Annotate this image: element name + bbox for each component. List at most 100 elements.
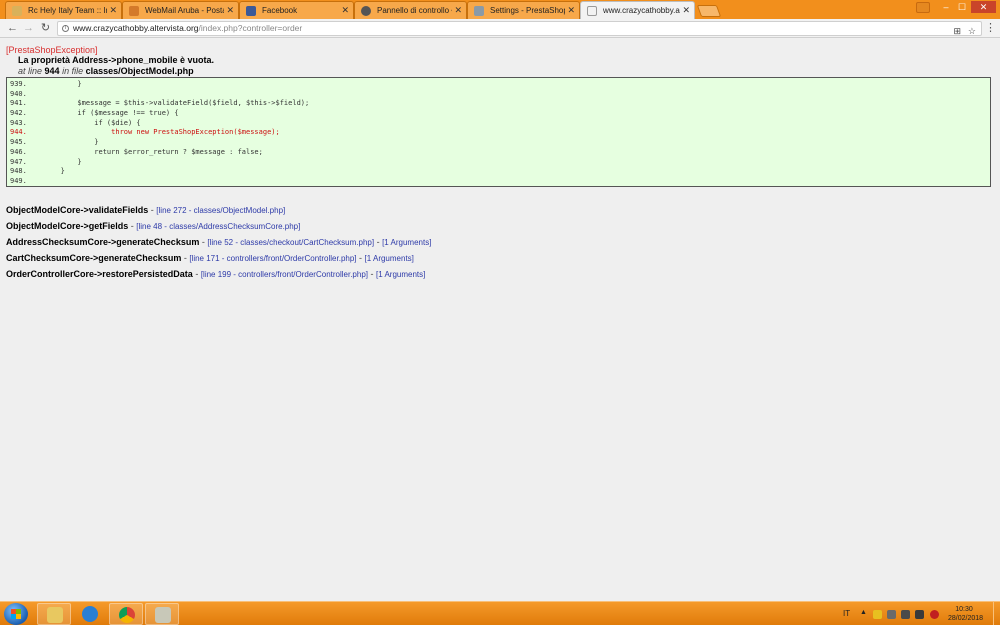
tab-favicon-icon bbox=[361, 6, 371, 16]
stack-trace-row: CartChecksumCore->generateChecksum - [li… bbox=[6, 253, 431, 269]
stack-trace-row: OrderControllerCore->restorePersistedDat… bbox=[6, 269, 431, 285]
tab-label: www.crazycathobby.alte bbox=[603, 6, 680, 15]
notification-flag-icon[interactable] bbox=[873, 610, 882, 619]
trace-location-link[interactable]: [line 171 - controllers/front/OrderContr… bbox=[189, 254, 356, 263]
trace-function: OrderControllerCore->restorePersistedDat… bbox=[6, 269, 193, 279]
trace-arguments-link[interactable]: [1 Arguments] bbox=[365, 254, 414, 263]
start-button[interactable] bbox=[4, 603, 28, 625]
code-line: 949. bbox=[10, 176, 27, 185]
system-clock[interactable]: 10:30 28/02/2018 bbox=[948, 605, 984, 623]
code-line: 943. if ($die) { bbox=[10, 118, 141, 127]
browser-toolbar: ← → ↻ i www.crazycathobby.altervista.org… bbox=[0, 19, 1000, 38]
trace-function: CartChecksumCore->generateChecksum bbox=[6, 253, 182, 263]
tab-settings-prestashop[interactable]: Settings - PrestaShop ✕ bbox=[467, 1, 580, 19]
tray-expand-icon[interactable]: ▲ bbox=[860, 609, 867, 616]
exception-type: [PrestaShopException] bbox=[6, 45, 98, 55]
clock-date: 28/02/2018 bbox=[948, 615, 984, 622]
stack-trace-row: ObjectModelCore->getFields - [line 48 - … bbox=[6, 221, 431, 237]
trace-location-link[interactable]: [line 52 - classes/checkout/CartChecksum… bbox=[207, 238, 374, 247]
volume-icon[interactable] bbox=[915, 610, 924, 619]
stack-trace-row: ObjectModelCore->validateFields - [line … bbox=[6, 205, 431, 221]
reload-button[interactable]: ↻ bbox=[39, 22, 52, 35]
exception-message: La proprietà Address->phone_mobile è vuo… bbox=[18, 55, 214, 65]
at-line-label: at line bbox=[18, 66, 43, 76]
facebook-icon bbox=[246, 6, 256, 16]
tab-label: Pannello di controllo • C bbox=[377, 6, 452, 15]
code-line: 939. } bbox=[10, 80, 82, 88]
show-desktop-button[interactable] bbox=[993, 602, 1000, 625]
trace-function: ObjectModelCore->getFields bbox=[6, 221, 129, 231]
tab-favicon-icon bbox=[12, 6, 22, 16]
tab-label: Settings - PrestaShop bbox=[490, 6, 565, 15]
tab-rc-hely[interactable]: Rc Hely Italy Team :: Indi ✕ bbox=[5, 1, 122, 19]
tab-close-icon[interactable]: ✕ bbox=[341, 5, 349, 16]
line-number: 944 bbox=[44, 66, 60, 76]
url-path: /index.php?controller=order bbox=[198, 23, 303, 33]
in-file-label: in file bbox=[62, 66, 84, 76]
internet-explorer-taskbar-button[interactable] bbox=[73, 603, 107, 625]
url-host: www.crazycathobby.altervista.org bbox=[73, 23, 199, 33]
chrome-icon bbox=[119, 607, 135, 623]
code-line: 947. } bbox=[10, 157, 82, 166]
minimize-button[interactable]: – bbox=[939, 1, 953, 13]
internet-explorer-icon bbox=[82, 606, 98, 622]
gmail-notifier-icon[interactable] bbox=[930, 610, 939, 619]
tab-facebook[interactable]: Facebook ✕ bbox=[239, 1, 354, 19]
maximize-button[interactable]: ☐ bbox=[955, 1, 969, 13]
trace-arguments-link[interactable]: [1 Arguments] bbox=[382, 238, 431, 247]
code-line-highlighted: 944. throw new PrestaShopException($mess… bbox=[10, 128, 280, 137]
tab-label: WebMail Aruba - Posta bbox=[145, 6, 224, 15]
trace-location-link[interactable]: [line 48 - classes/AddressChecksumCore.p… bbox=[136, 222, 300, 231]
code-snippet: 939. } 940. 941. $message = $this->validat… bbox=[6, 77, 991, 187]
signal-icon[interactable] bbox=[901, 610, 910, 619]
language-indicator[interactable]: IT bbox=[843, 609, 850, 618]
tab-webmail-aruba[interactable]: WebMail Aruba - Posta ✕ bbox=[122, 1, 239, 19]
tab-label: Facebook bbox=[262, 6, 298, 15]
code-line: 941. $message = $this->validateField($fi… bbox=[10, 99, 310, 108]
file-explorer-taskbar-button[interactable] bbox=[37, 603, 71, 625]
trace-separator: - bbox=[374, 237, 383, 247]
code-line: 945. } bbox=[10, 138, 99, 147]
tab-crazycathobby[interactable]: www.crazycathobby.alte ✕ bbox=[580, 1, 695, 20]
code-line: 948. } bbox=[10, 167, 65, 176]
browser-tab-strip: Rc Hely Italy Team :: Indi ✕ WebMail Aru… bbox=[0, 0, 1000, 20]
chrome-taskbar-button[interactable] bbox=[109, 603, 143, 625]
trace-function: AddressChecksumCore->generateChecksum bbox=[6, 237, 200, 247]
network-status-icon[interactable] bbox=[887, 610, 896, 619]
windows-taskbar: IT ▲ 10:30 28/02/2018 bbox=[0, 601, 1000, 625]
info-icon[interactable]: i bbox=[62, 25, 69, 32]
tab-favicon-icon bbox=[474, 6, 484, 16]
bookmark-star-icon[interactable]: ☆ bbox=[968, 25, 976, 38]
calculator-taskbar-button[interactable] bbox=[145, 603, 179, 625]
address-bar[interactable]: i www.crazycathobby.altervista.org/index… bbox=[57, 21, 982, 36]
forward-button[interactable]: → bbox=[22, 22, 35, 35]
back-button[interactable]: ← bbox=[6, 22, 19, 35]
tab-close-icon[interactable]: ✕ bbox=[109, 5, 117, 16]
trace-separator: - bbox=[192, 269, 201, 279]
page-content: [PrestaShopException] La proprietà Addre… bbox=[0, 39, 1000, 601]
code-line: 946. return $error_return ? $message : f… bbox=[10, 147, 263, 156]
tab-close-icon[interactable]: ✕ bbox=[226, 5, 234, 16]
trace-arguments-link[interactable]: [1 Arguments] bbox=[376, 270, 425, 279]
translate-icon[interactable]: ⊞ bbox=[953, 25, 961, 38]
tab-pannello-controllo[interactable]: Pannello di controllo • C ✕ bbox=[354, 1, 467, 19]
profile-icon[interactable] bbox=[916, 2, 930, 13]
trace-function: ObjectModelCore->validateFields bbox=[6, 205, 149, 215]
trace-separator: - bbox=[368, 269, 377, 279]
code-line: 940. bbox=[10, 89, 27, 98]
close-window-button[interactable]: ✕ bbox=[971, 1, 996, 13]
tab-close-icon[interactable]: ✕ bbox=[454, 5, 462, 16]
clock-time: 10:30 bbox=[955, 606, 973, 613]
trace-location-link[interactable]: [line 272 - classes/ObjectModel.php] bbox=[156, 206, 285, 215]
tab-close-icon[interactable]: ✕ bbox=[567, 5, 575, 16]
trace-separator: - bbox=[356, 253, 365, 263]
trace-location-link[interactable]: [line 199 - controllers/front/OrderContr… bbox=[201, 270, 368, 279]
menu-icon[interactable]: ⋮ bbox=[984, 22, 997, 35]
new-tab-button[interactable] bbox=[696, 5, 722, 17]
tab-label: Rc Hely Italy Team :: Indi bbox=[28, 6, 107, 15]
tab-close-icon[interactable]: ✕ bbox=[682, 5, 690, 16]
page-icon bbox=[587, 6, 597, 16]
exception-location: at line 944 in file classes/ObjectModel.… bbox=[18, 66, 194, 76]
stack-trace-row: AddressChecksumCore->generateChecksum - … bbox=[6, 237, 431, 253]
folder-icon bbox=[47, 607, 63, 623]
